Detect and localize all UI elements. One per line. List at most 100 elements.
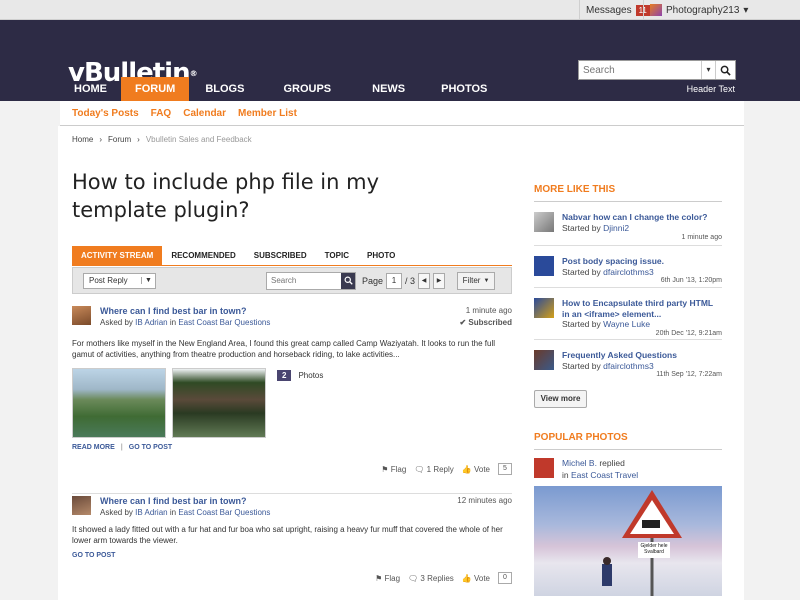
photo-count[interactable]: 2 Photos — [277, 370, 323, 381]
item-title[interactable]: Nabvar how can I change the color? — [562, 212, 722, 223]
in-label: in — [562, 470, 569, 480]
nav-news[interactable]: NEWS — [354, 77, 423, 101]
tab-topic[interactable]: TOPIC — [316, 246, 358, 265]
post-title[interactable]: Where can I find best bar in town? — [100, 306, 247, 316]
reply-button[interactable]: 🗨 3 Replies — [408, 574, 454, 583]
post-author-link[interactable]: IB Adrian — [135, 508, 167, 517]
item-byline: Started by dfairclothms3 — [562, 361, 654, 371]
main-nav: HOME FORUM BLOGS GROUPS NEWS PHOTOS — [60, 77, 505, 101]
tab-subscribed[interactable]: SUBSCRIBED — [245, 246, 316, 265]
header-search: ▾ — [578, 60, 736, 80]
avatar[interactable] — [534, 298, 554, 318]
in-label: in — [169, 318, 177, 327]
stream-search — [266, 271, 356, 290]
search-button[interactable] — [341, 272, 355, 289]
post-author-link[interactable]: IB Adrian — [135, 318, 167, 327]
subscribed-status[interactable]: ✔ Subscribed — [459, 318, 512, 327]
page-input[interactable]: 1 — [386, 272, 403, 289]
next-page-icon[interactable]: ▶ — [433, 272, 446, 289]
filter-label: Filter — [462, 276, 481, 285]
flag-label: Flag — [384, 573, 401, 583]
avatar[interactable] — [72, 306, 91, 325]
flag-icon: ⚑ — [381, 464, 389, 474]
nav-blogs[interactable]: BLOGS — [189, 77, 260, 101]
tab-recommended[interactable]: RECOMMENDED — [162, 246, 244, 265]
avatar[interactable] — [72, 496, 91, 515]
popular-photo[interactable]: Gjelder hele Svalbard — [534, 486, 722, 596]
vote-button[interactable]: 👍 Vote — [462, 465, 490, 474]
item-date: 11th Sep '12, 7:22am — [656, 371, 722, 378]
tab-activity-stream[interactable]: ACTIVITY STREAM — [72, 246, 163, 265]
popular-photos: POPULAR PHOTOS Michel B. replied in East… — [534, 432, 722, 596]
nav-groups[interactable]: GROUPS — [260, 77, 354, 101]
stream-tabs: ACTIVITY STREAM RECOMMENDED SUBSCRIBED T… — [72, 246, 512, 266]
post-photo[interactable] — [172, 368, 266, 438]
vote-label: Vote — [473, 573, 490, 583]
item-title[interactable]: Post body spacing issue. — [562, 256, 722, 267]
filter-button[interactable]: Filter ▼ — [457, 271, 496, 290]
item-author-link[interactable]: dfairclothms3 — [603, 361, 654, 371]
header-text: Header Text — [686, 84, 735, 94]
search-input[interactable] — [579, 61, 701, 79]
avatar[interactable] — [534, 256, 554, 276]
prev-page-icon[interactable]: ◀ — [418, 272, 431, 289]
post-title[interactable]: Where can I find best bar in town? — [100, 496, 247, 506]
item-date: 6th Jun '13, 1:20pm — [660, 277, 722, 284]
item-byline: Started by dfairclothms3 — [562, 267, 654, 277]
avatar[interactable] — [534, 212, 554, 232]
user-menu[interactable]: Photography213 ▾ — [643, 0, 754, 20]
post-forum-link[interactable]: East Coast Bar Questions — [178, 318, 270, 327]
go-to-post-link[interactable]: GO TO POST — [129, 444, 172, 451]
tab-photo[interactable]: PHOTO — [358, 246, 404, 265]
chevron-down-icon[interactable]: ▾ — [701, 61, 715, 79]
item-author-link[interactable]: dfairclothms3 — [603, 267, 654, 277]
item-title[interactable]: How to Encapsulate third party HTML in a… — [562, 298, 722, 320]
nav-forum[interactable]: FORUM — [121, 77, 190, 101]
post-time: 12 minutes ago — [457, 496, 512, 505]
view-more-button[interactable]: View more — [534, 390, 587, 408]
search-icon — [344, 276, 353, 285]
stream-search-input[interactable] — [267, 272, 341, 289]
vote-button[interactable]: 👍 Vote — [462, 574, 490, 583]
photo-author-link[interactable]: Michel B. — [562, 458, 597, 468]
reply-button[interactable]: 🗨 1 Reply — [414, 465, 454, 474]
popular-photos-heading: POPULAR PHOTOS — [534, 432, 722, 450]
post-links: READ MORE | GO TO POST — [72, 444, 173, 451]
sign-text: Gjelder hele Svalbard — [639, 543, 669, 555]
nav-photos[interactable]: PHOTOS — [423, 77, 505, 101]
breadcrumb-forum[interactable]: Forum — [108, 135, 131, 144]
messages-label: Messages — [586, 4, 632, 16]
go-to-post-link[interactable]: GO TO POST — [72, 552, 115, 559]
flag-button[interactable]: ⚑ Flag — [375, 574, 400, 583]
read-more-link[interactable]: READ MORE — [72, 444, 115, 451]
photo-forum-link[interactable]: East Coast Travel — [571, 470, 638, 480]
post-forum-link[interactable]: East Coast Bar Questions — [178, 508, 270, 517]
subnav-calendar[interactable]: Calendar — [183, 108, 226, 119]
item-author-link[interactable]: Wayne Luke — [603, 319, 650, 329]
search-button[interactable] — [715, 61, 735, 79]
vote-label: Vote — [473, 464, 490, 474]
item-author-link[interactable]: Djinni2 — [603, 223, 629, 233]
flag-button[interactable]: ⚑ Flag — [381, 465, 406, 474]
thumbs-up-icon: 👍 — [461, 464, 472, 474]
list-item: Nabvar how can I change the color? Start… — [534, 202, 722, 246]
sign-text-line-2: Svalbard — [644, 549, 664, 555]
post-reply-button[interactable]: Post Reply ▼ — [83, 272, 156, 289]
post-photos: 2 Photos — [72, 368, 512, 440]
post-photo[interactable] — [72, 368, 166, 438]
breadcrumb-home[interactable]: Home — [72, 135, 93, 144]
chevron-right-icon: › — [137, 135, 140, 144]
item-title[interactable]: Frequently Asked Questions — [562, 350, 722, 361]
avatar[interactable] — [534, 350, 554, 370]
subnav-todays-posts[interactable]: Today's Posts — [72, 108, 139, 119]
avatar[interactable] — [534, 458, 554, 478]
stream-toolbar: Post Reply▼ Page 1 / 3 ◀ ▶ Filter▼ — [72, 267, 512, 294]
chevron-down-icon: ▾ — [743, 4, 749, 16]
warning-sign-icon — [602, 490, 682, 596]
nav-home[interactable]: HOME — [60, 77, 121, 101]
post-actions: ⚑ Flag 🗨 3 Replies 👍 Vote 0 — [375, 572, 512, 584]
started-by-label: Started by — [562, 267, 601, 277]
item-byline: Started by Wayne Luke — [562, 319, 650, 329]
subnav-faq[interactable]: FAQ — [151, 108, 172, 119]
subnav-member-list[interactable]: Member List — [238, 108, 297, 119]
